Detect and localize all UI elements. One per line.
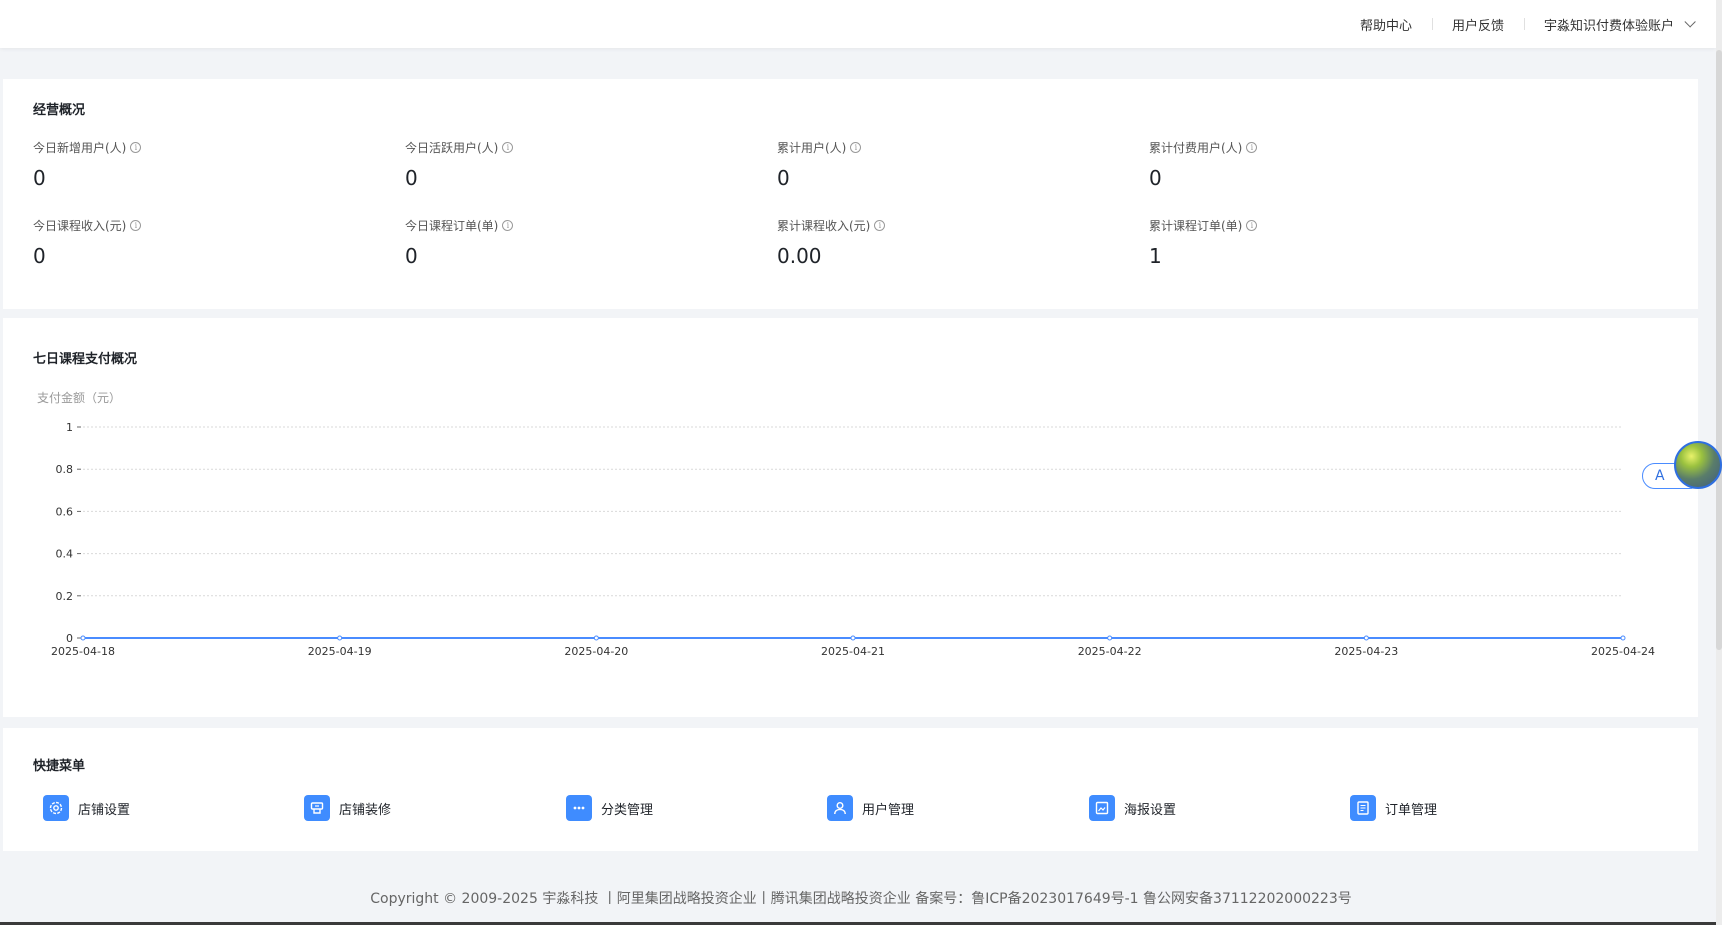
info-icon[interactable]: i (130, 220, 142, 231)
stat-value: 0 (33, 166, 46, 190)
user-icon (827, 795, 853, 821)
stat-total-paying-users: 累计付费用户(人) i 0 (1149, 139, 1509, 190)
user-feedback-link[interactable]: 用户反馈 (1431, 15, 1524, 34)
info-icon[interactable]: i (502, 142, 514, 153)
stat-total-users: 累计用户(人) i 0 (777, 139, 1137, 190)
quick-menu-label: 订单管理 (1385, 802, 1438, 818)
document-icon (1350, 795, 1376, 821)
quick-menu-label: 用户管理 (862, 802, 915, 818)
x-tick-label: 2025-04-21 (821, 645, 885, 658)
floating-assistant-widget[interactable]: A (1642, 441, 1722, 491)
y-tick-label: 0.8 (56, 463, 74, 476)
stat-total-course-revenue: 累计课程收入(元) i 0.00 (777, 217, 1137, 268)
y-tick-label: 0.6 (56, 505, 74, 518)
stat-label: 累计付费用户(人) (1149, 141, 1243, 155)
info-icon[interactable]: i (130, 142, 142, 153)
scrollbar-thumb[interactable] (1716, 50, 1722, 650)
stat-today-new-users: 今日新增用户(人) i 0 (33, 139, 393, 190)
stat-today-active-users: 今日活跃用户(人) i 0 (405, 139, 765, 190)
quick-menu-label: 分类管理 (601, 802, 654, 818)
quick-menu-order-management[interactable]: 订单管理 (1350, 795, 1437, 821)
stat-label: 今日课程收入(元) (33, 219, 127, 233)
stat-label: 累计课程收入(元) (777, 219, 871, 233)
info-icon[interactable]: i (1246, 142, 1258, 153)
quick-menu-store-settings[interactable]: 店铺设置 (43, 795, 130, 821)
data-point (1620, 635, 1626, 641)
stat-today-course-revenue: 今日课程收入(元) i 0 (33, 217, 393, 268)
quick-menu-title: 快捷菜单 (33, 759, 86, 774)
quick-menu-user-management[interactable]: 用户管理 (827, 795, 914, 821)
data-point (80, 635, 86, 641)
seven-day-payment-chart-card: 七日课程支付概况 支付金额（元） 0 0.2 0.4 0.6 0.8 1 2025-04-18… (3, 318, 1698, 717)
data-point (337, 635, 343, 641)
info-icon[interactable]: i (874, 220, 886, 231)
stat-today-course-orders: 今日课程订单(单) i 0 (405, 217, 765, 268)
y-tick-label: 0.2 (56, 590, 74, 603)
quick-menu-poster-settings[interactable]: 海报设置 (1089, 795, 1176, 821)
x-tick-label: 2025-04-23 (1334, 645, 1398, 658)
stat-value: 0 (33, 244, 46, 268)
y-tick-label: 0.4 (56, 548, 74, 561)
payment-line-chart: 支付金额（元） 0 0.2 0.4 0.6 0.8 1 2025-04-18 2025-04-1… (37, 390, 1655, 658)
account-name: 宇淼知识付费体验账户 (1543, 18, 1674, 34)
data-point (850, 635, 856, 641)
stat-label: 今日活跃用户(人) (405, 141, 499, 155)
quick-menu-card: 快捷菜单 店铺设置 店铺装修 分类管理 用户管理 海报设置 订单管理 (3, 728, 1698, 851)
quick-menu-store-decoration[interactable]: 店铺装修 (304, 795, 391, 821)
stat-label: 累计用户(人) (777, 141, 847, 155)
help-center-link[interactable]: 帮助中心 (1340, 15, 1432, 34)
x-tick-label: 2025-04-20 (564, 645, 628, 658)
x-tick-label: 2025-04-19 (308, 645, 372, 658)
y-axis-label: 支付金额（元） (37, 390, 121, 405)
x-tick-label: 2025-04-24 (1591, 645, 1655, 658)
stat-total-course-orders: 累计课程订单(单) i 1 (1149, 217, 1509, 268)
quick-menu-label: 海报设置 (1124, 802, 1177, 818)
chevron-down-icon (1684, 16, 1696, 28)
stat-value: 0.00 (777, 244, 822, 268)
decoration-icon (304, 795, 330, 821)
stat-label: 今日课程订单(单) (405, 219, 499, 233)
quick-menu-label: 店铺设置 (78, 802, 131, 818)
info-icon[interactable]: i (1246, 220, 1258, 231)
stat-value: 0 (777, 166, 790, 190)
data-point (1107, 635, 1113, 641)
stat-label: 累计课程订单(单) (1149, 219, 1243, 233)
data-point (1363, 635, 1369, 641)
quick-menu-label: 店铺装修 (339, 802, 392, 818)
stat-label: 今日新增用户(人) (33, 141, 127, 155)
stat-value: 0 (405, 244, 418, 268)
data-point (593, 635, 599, 641)
top-navigation-bar: 帮助中心 用户反馈 宇淼知识付费体验账户 (0, 0, 1716, 48)
assistant-avatar[interactable] (1674, 441, 1722, 489)
stat-value: 0 (1149, 166, 1162, 190)
y-tick-label: 1 (66, 421, 73, 434)
x-tick-label: 2025-04-18 (51, 645, 115, 658)
overview-title: 经营概况 (33, 103, 86, 118)
account-dropdown[interactable]: 宇淼知识付费体验账户 (1523, 15, 1696, 34)
stat-value: 1 (1149, 244, 1162, 268)
poster-icon (1089, 795, 1115, 821)
footer-copyright: Copyright © 2009-2025 宇淼科技 丨阿里集团战略投资企业丨腾… (370, 891, 1352, 907)
info-icon[interactable]: i (502, 220, 514, 231)
x-tick-label: 2025-04-22 (1078, 645, 1142, 658)
more-dots-icon (566, 795, 592, 821)
info-icon[interactable]: i (850, 142, 862, 153)
stat-value: 0 (405, 166, 418, 190)
business-overview-card: 经营概况 今日新增用户(人) i 0 今日活跃用户(人) i 0 累计用户(人) i … (3, 79, 1698, 309)
quick-menu-category-management[interactable]: 分类管理 (566, 795, 653, 821)
gear-icon (43, 795, 69, 821)
y-tick-label: 0 (66, 632, 73, 645)
